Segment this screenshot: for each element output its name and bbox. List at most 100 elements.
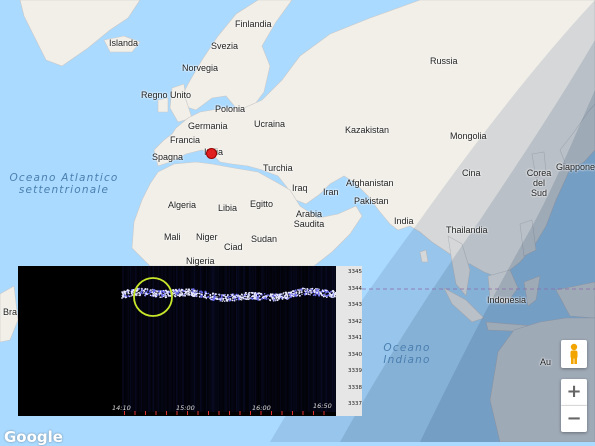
- signal-point: [320, 293, 323, 296]
- spectrogram-noise-column: [165, 266, 166, 412]
- signal-point: [255, 297, 257, 299]
- signal-point: [301, 287, 304, 290]
- spectrogram-noise-column: [149, 266, 151, 412]
- spectrogram-noise-column: [322, 266, 324, 412]
- country-label: Regno Unito: [141, 90, 192, 100]
- signal-point: [163, 294, 165, 296]
- spectrogram-noise-column: [173, 266, 175, 412]
- plus-icon: +: [566, 381, 582, 402]
- signal-point: [293, 291, 295, 293]
- signal-point: [271, 293, 273, 295]
- spectrogram-noise-column: [264, 266, 266, 412]
- spectrogram-noise-column: [207, 266, 208, 412]
- spectrogram-noise-column: [231, 266, 232, 412]
- signal-point: [191, 293, 194, 296]
- signal-point: [143, 292, 145, 294]
- country-label: Turchia: [263, 163, 293, 173]
- time-tick: 15:00: [176, 404, 195, 412]
- spectrogram-noise-column: [126, 266, 128, 412]
- spectrogram-noise-column: [143, 266, 145, 412]
- spectrogram-noise-column: [280, 266, 282, 412]
- spectrogram-noise-column: [189, 266, 190, 412]
- signal-point: [154, 294, 157, 298]
- spectrogram-noise-column: [234, 266, 236, 412]
- signal-point: [315, 287, 317, 290]
- signal-point: [307, 289, 309, 291]
- signal-point: [332, 291, 335, 294]
- signal-point: [137, 292, 139, 294]
- country-label: Indonesia: [487, 295, 527, 305]
- signal-point: [262, 297, 264, 300]
- signal-point: [233, 298, 236, 300]
- signal-point: [249, 297, 251, 299]
- signal-point: [318, 292, 320, 294]
- signal-point: [237, 298, 240, 301]
- signal-point: [238, 295, 240, 297]
- signal-point: [264, 296, 267, 299]
- spectrogram-noise-column: [122, 266, 123, 412]
- spectrogram-noise-column: [273, 266, 274, 412]
- signal-point: [305, 288, 307, 290]
- signal-point: [296, 294, 298, 297]
- signal-point: [311, 287, 314, 290]
- spectrogram-noise-column: [182, 266, 183, 412]
- signal-point: [265, 298, 267, 300]
- signal-point: [227, 295, 229, 297]
- signal-point: [217, 296, 219, 298]
- spectrogram-noise-column: [162, 266, 164, 412]
- spectrogram-noise-column: [192, 266, 194, 412]
- street-view-button[interactable]: [561, 340, 587, 368]
- spectrogram-noise-column: [222, 266, 224, 412]
- spectrogram-noise-column: [258, 266, 260, 412]
- google-logo: Google: [4, 428, 63, 446]
- signal-point: [121, 291, 123, 293]
- signal-point: [316, 291, 319, 294]
- signal-point: [272, 300, 274, 302]
- signal-point: [315, 290, 318, 293]
- spectrogram-noise-column: [150, 266, 152, 412]
- spectrogram-noise-column: [142, 266, 144, 412]
- signal-point: [224, 297, 227, 300]
- spectrogram-noise-column: [123, 266, 124, 412]
- spectrogram-noise-column: [213, 266, 214, 412]
- greenland-landmass: [19, 0, 141, 67]
- frequency-tick: 3342: [348, 318, 362, 325]
- location-marker[interactable]: [206, 148, 217, 159]
- spectrogram-noise-column: [249, 266, 250, 412]
- signal-point: [174, 295, 177, 297]
- signal-point: [177, 291, 180, 294]
- signal-point: [279, 293, 282, 296]
- spectrogram-noise-column: [232, 266, 234, 412]
- signal-point: [205, 292, 207, 295]
- zoom-out-button[interactable]: −: [561, 406, 587, 432]
- signal-point: [146, 288, 149, 290]
- signal-point: [274, 293, 277, 295]
- signal-point: [243, 298, 245, 300]
- signal-point: [124, 296, 127, 299]
- spectrogram-noise-column: [225, 266, 226, 412]
- spectrogram-noise-column: [159, 266, 160, 412]
- signal-point: [300, 291, 303, 294]
- signal-point: [193, 289, 196, 292]
- time-tick: 14:10: [112, 404, 131, 412]
- signal-point: [220, 296, 223, 299]
- signal-point: [230, 295, 232, 297]
- signal-point: [262, 295, 265, 298]
- time-axis-tick-mark: [239, 411, 241, 415]
- spectrogram-noise-column: [270, 266, 272, 412]
- spectrogram-noise-column: [153, 266, 154, 412]
- country-label: India: [394, 216, 414, 226]
- signal-point: [271, 297, 274, 300]
- signal-point: [157, 290, 159, 292]
- spectrogram-noise-column: [293, 266, 295, 412]
- spectrogram-noise-column: [161, 266, 163, 412]
- zoom-in-button[interactable]: +: [561, 379, 587, 406]
- signal-point: [128, 293, 130, 295]
- signal-point: [237, 296, 239, 299]
- signal-point: [324, 289, 327, 292]
- spectrogram-noise-column: [176, 266, 177, 412]
- spectrogram-noise-column: [180, 266, 182, 412]
- time-axis-tick-mark: [166, 411, 167, 415]
- spectrogram-noise-column: [332, 266, 333, 412]
- signal-point: [218, 294, 220, 296]
